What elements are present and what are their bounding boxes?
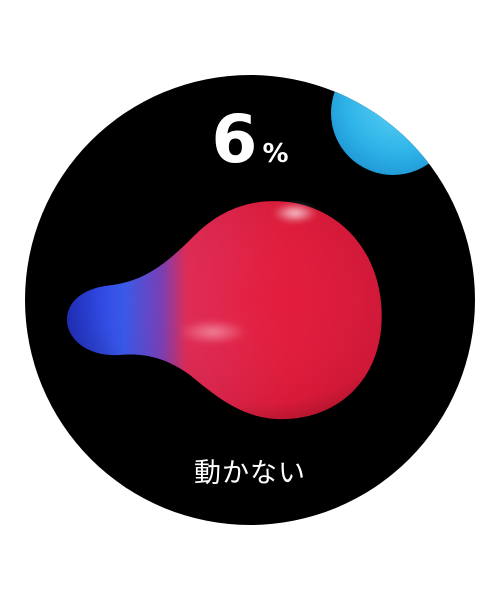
status-label: 動かない	[194, 458, 306, 489]
watch-face: 6% 動かない	[25, 75, 475, 525]
percent-sign: %	[262, 139, 289, 169]
percent-value: 6	[211, 101, 258, 178]
activity-percent: 6%	[25, 101, 475, 178]
